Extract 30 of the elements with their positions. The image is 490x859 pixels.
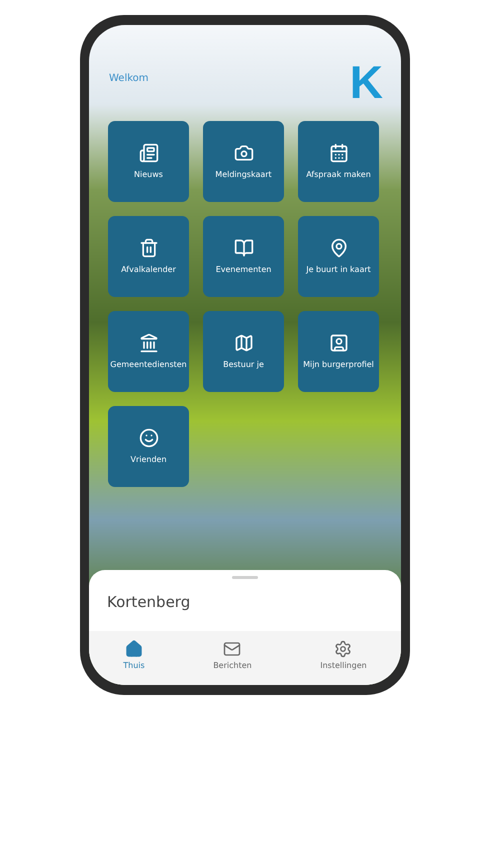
menu-tile[interactable]: Gemeentediensten <box>108 311 189 392</box>
newspaper-icon <box>138 143 158 164</box>
mail-icon <box>223 640 242 658</box>
drag-handle[interactable] <box>232 576 258 579</box>
menu-tile[interactable]: Afspraak maken <box>298 121 379 202</box>
sheet-title: Kortenberg <box>106 592 192 613</box>
pin-icon <box>328 238 348 258</box>
menu-tile[interactable]: Je buurt in kaart <box>298 216 379 297</box>
map-icon <box>234 333 254 354</box>
settings-icon <box>334 640 352 658</box>
menu-tile[interactable]: Nieuws <box>108 121 189 202</box>
profile-icon <box>328 333 348 354</box>
nav-tab[interactable]: Thuis <box>117 639 151 671</box>
menu-tile[interactable]: Meldingskaart <box>203 121 284 202</box>
nav-tab[interactable]: Instellingen <box>314 639 373 671</box>
logo: K <box>350 59 383 105</box>
nav-tab[interactable]: Berichten <box>207 639 258 671</box>
menu-tile[interactable]: Afvalkalender <box>108 216 189 297</box>
menu-tile[interactable]: Evenementen <box>203 216 284 297</box>
smiley-icon <box>138 428 158 448</box>
camera-icon <box>234 143 254 164</box>
book-icon <box>234 238 254 258</box>
menu-tile[interactable]: Vrienden <box>108 406 189 487</box>
trash-icon <box>138 238 158 258</box>
building-icon <box>138 333 158 354</box>
menu-tile[interactable]: Bestuur je <box>203 311 284 392</box>
greeting: Welkom <box>109 73 149 84</box>
home-icon <box>124 640 143 658</box>
calendar-icon <box>328 143 348 164</box>
menu-tile[interactable]: Mijn burgerprofiel <box>298 311 379 392</box>
